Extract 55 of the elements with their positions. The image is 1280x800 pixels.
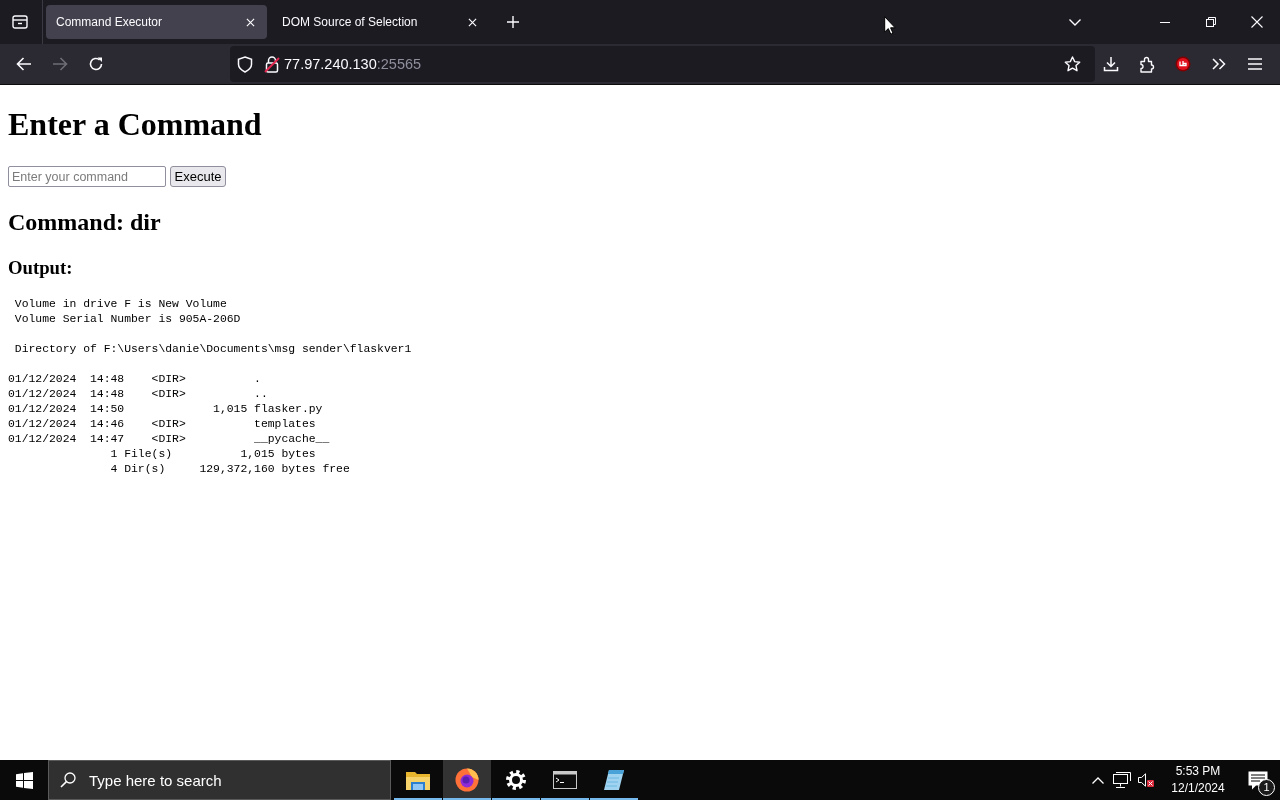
url-port-text: :25565 (376, 56, 422, 72)
output-line: Volume in drive F is New Volume (13, 297, 227, 313)
url-host-text: 77.97.240.130 (284, 56, 377, 72)
terminal-icon (553, 771, 577, 789)
output-line: Directory of F:\Users\danie\Documents\msg sender\flaskver1 (13, 342, 412, 358)
close-icon (1251, 16, 1263, 28)
browser-tab[interactable]: Command Executor (46, 5, 267, 39)
restore-icon (1206, 17, 1216, 27)
output-line: 01/12/2024 14:48 <DIR> .. (8, 387, 268, 403)
command-input[interactable]: Enter your command (8, 166, 166, 188)
output-line: 01/12/2024 14:48 <DIR> . (8, 372, 261, 388)
plus-icon (507, 16, 519, 28)
star-icon[interactable] (1064, 56, 1081, 72)
shield-icon (237, 55, 253, 73)
reload-icon (88, 56, 104, 72)
output-line: Volume Serial Number is 905A-206D (13, 312, 241, 328)
download-icon (1103, 56, 1119, 72)
page-heading: Enter a Command (8, 106, 262, 144)
mouse-cursor-icon (884, 16, 896, 35)
notification-count: 1 (1258, 779, 1275, 796)
insecure-lock-icon (264, 55, 280, 73)
windows-logo-icon (15, 771, 33, 789)
taskbar-app-button[interactable] (443, 760, 491, 800)
output-heading: Output: (8, 257, 73, 280)
minimize-icon (1160, 21, 1170, 23)
menu-icon (1248, 58, 1262, 70)
output-line: 01/12/2024 14:50 1,015 flasker.py (8, 402, 323, 418)
notepad-icon (603, 769, 625, 791)
gear-icon (506, 770, 526, 790)
double-chevron-icon (1212, 58, 1226, 70)
puzzle-piece-icon (1139, 55, 1155, 73)
network-monitor-icon (1113, 772, 1131, 788)
execute-button[interactable]: Execute (170, 166, 226, 188)
output-line: 4 Dir(s) 129,372,160 bytes free (109, 462, 350, 478)
command-heading: Command: dir (8, 208, 161, 237)
round-badge-icon (1175, 56, 1191, 72)
taskbar-search-box[interactable]: Type here to search (48, 760, 391, 800)
tab-list-icon (12, 15, 28, 29)
search-icon (60, 772, 76, 788)
forward-arrow-icon (52, 57, 68, 71)
output-line: 1 File(s) 1,015 bytes (109, 447, 316, 463)
clock-button[interactable]: 5:53 PM 12/1/2024 (1160, 760, 1236, 800)
output-line: 01/12/2024 14:46 <DIR> templates (8, 417, 316, 433)
output-line: 01/12/2024 14:47 <DIR> __pycache__ (8, 432, 330, 448)
address-bar[interactable]: 77.97.240.130:25565 (230, 46, 1095, 82)
muted-speaker-icon (1137, 773, 1155, 787)
chevron-down-icon (1069, 18, 1081, 26)
close-icon (467, 17, 477, 27)
chevron-up-icon (1092, 776, 1104, 784)
folder-icon (406, 770, 430, 790)
notifications-button[interactable]: 1 (1236, 760, 1280, 800)
close-icon (245, 17, 255, 27)
browser-logo-icon (455, 768, 479, 792)
back-arrow-icon (16, 57, 32, 71)
browser-tab[interactable]: DOM Source of Selection (268, 5, 489, 39)
